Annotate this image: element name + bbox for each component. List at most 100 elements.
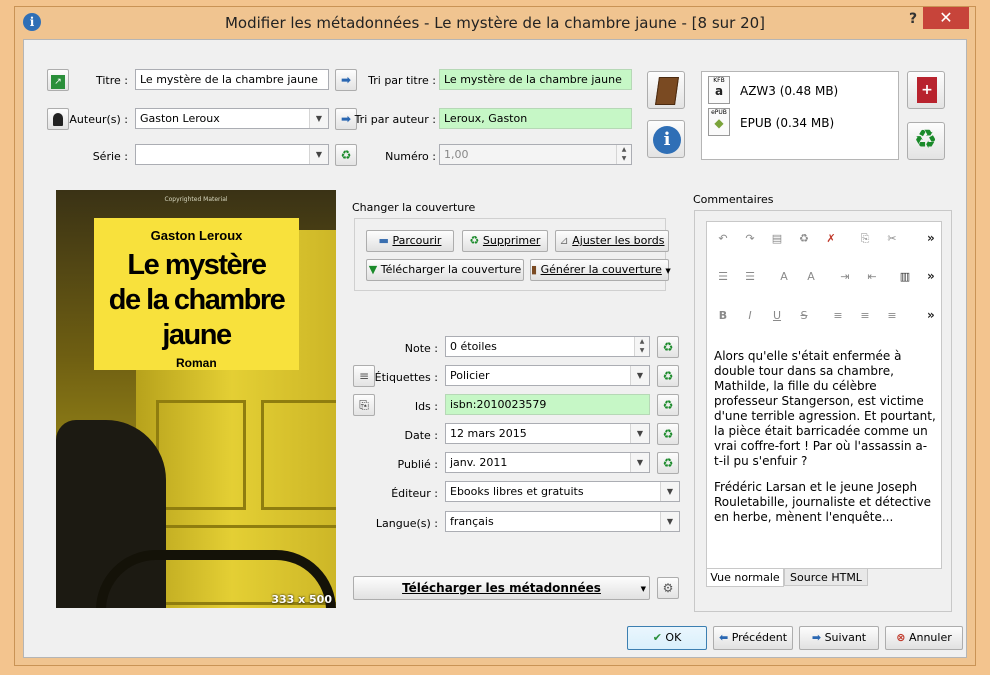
date-label: Date : xyxy=(404,429,439,442)
series-combobox[interactable]: ▼ xyxy=(135,144,329,165)
arrow-right-icon: ➡ xyxy=(340,73,352,87)
authors-label: Auteur(s) : xyxy=(69,113,128,126)
title-input[interactable]: Le mystère de la chambre jaune xyxy=(135,69,329,90)
remove-cover-button[interactable]: ♻ Supprimer xyxy=(462,230,548,252)
cover-label: Gaston Leroux Le mystère de la chambre j… xyxy=(94,218,299,370)
clear-date-button[interactable]: ♻ xyxy=(657,423,679,445)
formats-list[interactable]: KFB a AZW3 (0.48 MB) ePUB ◆ EPUB (0.34 M… xyxy=(701,71,899,160)
change-cover-group: ▬ Parcourir ♻ Supprimer ⊿ Ajuster les bo… xyxy=(354,218,671,291)
tags-label: Étiquettes : xyxy=(374,371,438,384)
add-format-button[interactable]: + xyxy=(907,71,945,109)
format-item[interactable]: ePUB ◆ EPUB (0.34 MB) xyxy=(708,108,888,136)
cancel-icon: ⊗ xyxy=(896,631,906,644)
ok-button[interactable]: ✔ OK xyxy=(627,626,707,650)
more-tools-icon[interactable]: » xyxy=(927,308,935,322)
info-button[interactable]: i xyxy=(647,120,685,158)
published-label: Publié : xyxy=(397,458,438,471)
clear-ids-button[interactable]: ♻ xyxy=(657,394,679,416)
series-number-spinbox[interactable]: 1,00 ▲ ▼ xyxy=(439,144,632,165)
download-cover-button[interactable]: ▼ Télécharger la couverture xyxy=(366,259,524,281)
more-tools-icon[interactable]: » xyxy=(927,231,935,245)
clear-series-button[interactable]: ♻ xyxy=(335,144,357,166)
more-tools-icon[interactable]: » xyxy=(927,269,935,283)
spin-arrows-icon[interactable]: ▲ ▼ xyxy=(634,337,649,356)
book-icon: ▮ xyxy=(531,263,538,276)
chevron-down-icon[interactable]: ▼ xyxy=(660,512,679,531)
date-combobox[interactable]: 12 mars 2015 ▼ xyxy=(445,423,650,444)
download-metadata-button[interactable]: Télécharger les métadonnées ▼ xyxy=(353,576,650,600)
recycle-icon[interactable]: ♻ xyxy=(796,231,812,247)
author-sort-input[interactable]: Leroux, Gaston xyxy=(439,108,632,129)
window-title: Modifier les métadonnées - Le mystère de… xyxy=(224,14,766,32)
clear-formatting-icon[interactable]: ✗ xyxy=(823,231,839,247)
clear-published-button[interactable]: ♻ xyxy=(657,452,679,474)
recycle-icon: ♻ xyxy=(662,340,674,354)
format-name: EPUB (0.34 MB) xyxy=(740,116,835,130)
undo-icon[interactable]: ↶ xyxy=(715,231,731,247)
generate-cover-button[interactable]: ▮ Générer la couverture ▼ xyxy=(530,259,671,281)
published-combobox[interactable]: janv. 2011 ▼ xyxy=(445,452,650,473)
indent-icon[interactable]: ⇥ xyxy=(837,269,853,285)
azw3-icon: KFB a xyxy=(708,76,730,104)
redo-icon[interactable]: ↷ xyxy=(742,231,758,247)
outdent-icon[interactable]: ⇤ xyxy=(864,269,880,285)
spin-arrows-icon[interactable]: ▲ ▼ xyxy=(616,145,631,164)
title-to-sort-button[interactable]: ➡ xyxy=(335,69,357,91)
title-sort-input[interactable]: Le mystère de la chambre jaune xyxy=(439,69,632,90)
series-label: Série : xyxy=(92,150,128,163)
paste-icon[interactable]: ⎘ xyxy=(857,231,873,247)
copy-icon[interactable]: ▤ xyxy=(769,231,785,247)
italic-icon[interactable]: I xyxy=(742,308,758,324)
chevron-down-icon[interactable]: ▼ xyxy=(630,366,649,385)
title-case-button[interactable]: ↗ xyxy=(47,69,69,91)
next-button[interactable]: ➡ Suivant xyxy=(799,626,879,650)
clear-rating-button[interactable]: ♻ xyxy=(657,336,679,358)
arrow-right-icon: ➡ xyxy=(811,631,822,644)
tab-normal-view[interactable]: Vue normale xyxy=(706,569,784,587)
close-button[interactable]: ✕ xyxy=(923,7,969,29)
bold-icon[interactable]: B xyxy=(715,308,731,324)
book-view-button[interactable] xyxy=(647,71,685,109)
tags-combobox[interactable]: Policier ▼ xyxy=(445,365,650,386)
underline-icon[interactable]: U xyxy=(769,308,785,324)
strikethrough-icon[interactable]: S xyxy=(796,308,812,324)
cancel-button[interactable]: ⊗ Annuler xyxy=(885,626,963,650)
recycle-icon: ♻ xyxy=(469,234,480,247)
authors-combobox[interactable]: Gaston Leroux ▼ xyxy=(135,108,329,129)
cover-author: Gaston Leroux xyxy=(150,228,243,243)
chevron-down-icon[interactable]: ▼ xyxy=(309,109,328,128)
bullet-list-icon[interactable]: ☰ xyxy=(715,269,731,285)
chevron-down-icon[interactable]: ▼ xyxy=(630,424,649,443)
publisher-combobox[interactable]: Ebooks libres et gratuits ▼ xyxy=(445,481,680,502)
superscript-icon[interactable]: A xyxy=(776,269,792,285)
comments-panel: ↶ ↷ ▤ ♻ ✗ ⎘ ✂ » ☰ ☰ A A ⇥ ⇤ ▥ » B I U S … xyxy=(694,210,952,612)
align-left-icon[interactable]: ≡ xyxy=(830,308,846,324)
format-name: AZW3 (0.48 MB) xyxy=(740,84,839,98)
align-right-icon[interactable]: ≡ xyxy=(884,308,900,324)
chevron-down-icon[interactable]: ▼ xyxy=(630,453,649,472)
cut-icon[interactable]: ✂ xyxy=(884,231,900,247)
tab-html-source[interactable]: Source HTML xyxy=(784,568,868,586)
remove-format-button[interactable]: ♻ xyxy=(907,122,945,160)
chevron-down-icon[interactable]: ▼ xyxy=(660,482,679,501)
chevron-down-icon[interactable]: ▼ xyxy=(309,145,328,164)
align-center-icon[interactable]: ≡ xyxy=(857,308,873,324)
arrow-left-icon: ⬅ xyxy=(718,631,729,644)
tags-value: Policier xyxy=(450,369,490,382)
clear-tags-button[interactable]: ♻ xyxy=(657,365,679,387)
languages-combobox[interactable]: français ▼ xyxy=(445,511,680,532)
comments-editor[interactable]: ↶ ↷ ▤ ♻ ✗ ⎘ ✂ » ☰ ☰ A A ⇥ ⇤ ▥ » B I U S … xyxy=(706,221,942,569)
previous-button[interactable]: ⬅ Précédent xyxy=(713,626,793,650)
format-badge: KFB xyxy=(713,77,725,84)
rating-spinbox[interactable]: 0 étoiles ▲ ▼ xyxy=(445,336,650,357)
block-format-icon[interactable]: ▥ xyxy=(897,269,913,285)
format-item[interactable]: KFB a AZW3 (0.48 MB) xyxy=(708,76,888,104)
cover-image[interactable]: Copyrighted Material Gaston Leroux Le my… xyxy=(56,190,336,608)
browse-cover-button[interactable]: ▬ Parcourir xyxy=(366,230,454,252)
trim-cover-button[interactable]: ⊿ Ajuster les bords xyxy=(555,230,669,252)
metadata-settings-button[interactable]: ⚙ xyxy=(657,577,679,599)
subscript-icon[interactable]: A xyxy=(803,269,819,285)
ids-input[interactable]: isbn:2010023579 xyxy=(445,394,650,415)
comments-text[interactable]: Alors qu'elle s'était enfermée à double … xyxy=(714,349,936,536)
numbered-list-icon[interactable]: ☰ xyxy=(742,269,758,285)
